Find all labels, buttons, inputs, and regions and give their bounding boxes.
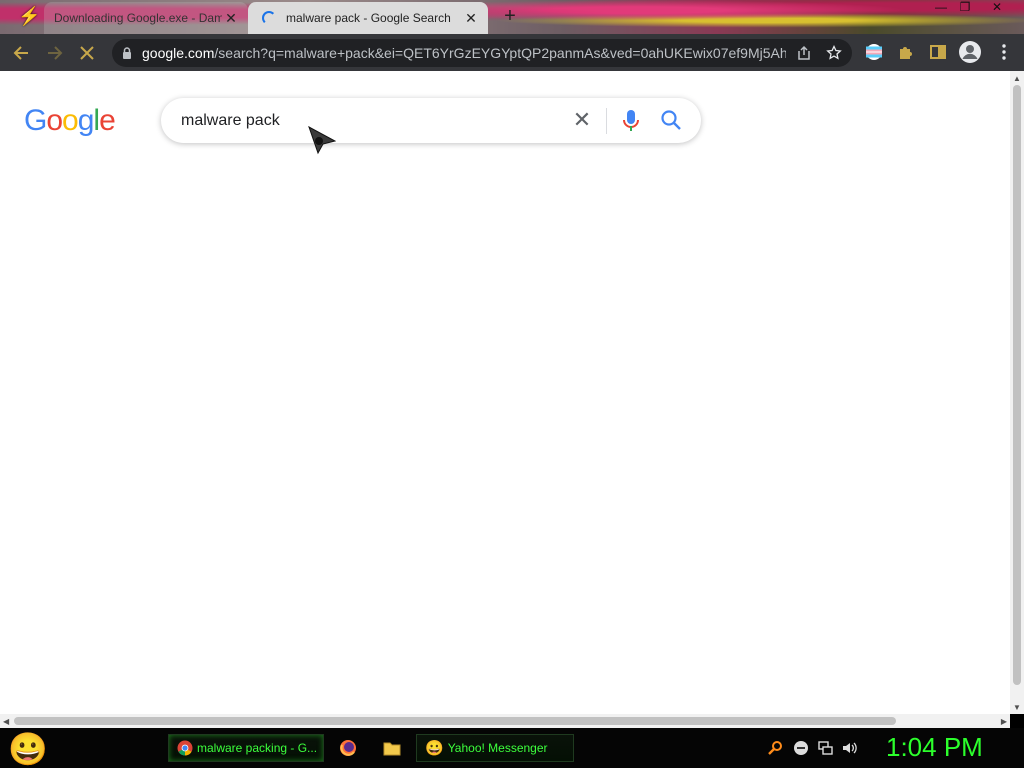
messenger-tray-icon[interactable] bbox=[792, 739, 810, 757]
forward-arrow-icon bbox=[48, 46, 63, 60]
logo-letter: g bbox=[77, 104, 95, 137]
logo-letter: o bbox=[62, 104, 79, 137]
clear-search-icon[interactable]: ✕ bbox=[571, 109, 593, 131]
divider bbox=[606, 108, 607, 134]
new-tab-button[interactable]: + bbox=[500, 6, 520, 26]
tab-label: Downloading Google.exe - Dam bbox=[54, 11, 222, 25]
logo-letter: G bbox=[24, 104, 47, 137]
logo-letter: e bbox=[99, 104, 116, 137]
stop-icon bbox=[80, 46, 94, 60]
url-path: /search?q=malware+pack&ei=QET6YrGzEYGYpt… bbox=[214, 45, 786, 61]
menu-kebab-icon[interactable] bbox=[994, 42, 1014, 62]
extensions-puzzle-icon[interactable] bbox=[896, 42, 916, 62]
taskbar-clock[interactable]: 1:04 PM bbox=[886, 732, 983, 763]
yahoo-smiley-icon: 😀 bbox=[425, 740, 444, 757]
maximize-icon[interactable]: ❐ bbox=[954, 0, 976, 16]
page-content: Google ✕ bbox=[0, 71, 1010, 714]
vertical-scroll-thumb[interactable] bbox=[1013, 85, 1021, 685]
window-close-icon[interactable]: ✕ bbox=[986, 0, 1008, 16]
scroll-down-icon[interactable]: ▼ bbox=[1013, 703, 1021, 712]
share-icon[interactable] bbox=[796, 45, 812, 61]
close-tab-icon[interactable]: ✕ bbox=[222, 9, 240, 27]
start-smiley-icon[interactable]: 😀 bbox=[8, 730, 48, 768]
tab-strip: ⚡ Downloading Google.exe - Dam ✕ malware… bbox=[0, 0, 1024, 34]
profile-flag-icon[interactable] bbox=[864, 42, 884, 62]
tab-search[interactable]: malware pack - Google Search ✕ bbox=[248, 2, 488, 34]
task-label: malware packing - G... bbox=[197, 741, 318, 755]
side-panel-icon[interactable] bbox=[928, 42, 948, 62]
search-icon[interactable] bbox=[660, 109, 682, 131]
network-icon[interactable] bbox=[816, 739, 834, 757]
address-bar[interactable]: google.com/search?q=malware+pack&ei=QET6… bbox=[112, 39, 852, 67]
vertical-scrollbar[interactable]: ▲ ▼ bbox=[1010, 71, 1024, 714]
volume-icon[interactable] bbox=[840, 739, 858, 757]
close-tab-icon[interactable]: ✕ bbox=[462, 9, 480, 27]
loading-spinner-icon bbox=[262, 11, 276, 25]
scroll-right-icon[interactable]: ▶ bbox=[1001, 717, 1007, 726]
url-text: google.com/search?q=malware+pack&ei=QET6… bbox=[142, 45, 786, 61]
bookmark-star-icon[interactable] bbox=[826, 45, 842, 61]
mouse-cursor-icon bbox=[308, 125, 336, 155]
stop-loading-button[interactable] bbox=[76, 42, 98, 64]
search-tray-icon[interactable] bbox=[766, 739, 784, 757]
profile-avatar-icon[interactable] bbox=[958, 40, 982, 64]
back-arrow-icon bbox=[13, 46, 28, 60]
task-label: Yahoo! Messenger bbox=[447, 741, 548, 755]
task-chrome[interactable]: malware packing - G... bbox=[168, 734, 324, 762]
lightning-icon: ⚡ bbox=[18, 6, 41, 26]
search-box: ✕ bbox=[161, 98, 701, 143]
firefox-icon[interactable] bbox=[338, 738, 358, 758]
tab-downloading[interactable]: Downloading Google.exe - Dam ✕ bbox=[44, 2, 248, 34]
folder-icon[interactable] bbox=[382, 738, 402, 758]
google-logo[interactable]: Google bbox=[24, 104, 116, 138]
scroll-left-icon[interactable]: ◀ bbox=[3, 717, 9, 726]
taskbar: 😀 malware packing - G... 😀 Yahoo! Messen… bbox=[0, 728, 1024, 768]
task-yahoo-messenger[interactable]: 😀 Yahoo! Messenger bbox=[416, 734, 574, 762]
minimize-icon[interactable]: — bbox=[930, 0, 952, 16]
logo-letter: o bbox=[46, 104, 63, 137]
microphone-icon[interactable] bbox=[621, 109, 641, 133]
back-button[interactable] bbox=[10, 42, 32, 64]
lock-icon[interactable] bbox=[120, 46, 134, 60]
url-host: google.com bbox=[142, 45, 215, 61]
horizontal-scrollbar[interactable]: ◀ ▶ bbox=[0, 714, 1010, 728]
chrome-icon bbox=[177, 740, 193, 756]
search-input[interactable] bbox=[181, 110, 561, 132]
tab-label: malware pack - Google Search bbox=[286, 11, 451, 25]
horizontal-scroll-thumb[interactable] bbox=[14, 717, 896, 725]
browser-toolbar: google.com/search?q=malware+pack&ei=QET6… bbox=[0, 34, 1024, 71]
scroll-up-icon[interactable]: ▲ bbox=[1013, 74, 1021, 83]
forward-button[interactable] bbox=[44, 42, 66, 64]
